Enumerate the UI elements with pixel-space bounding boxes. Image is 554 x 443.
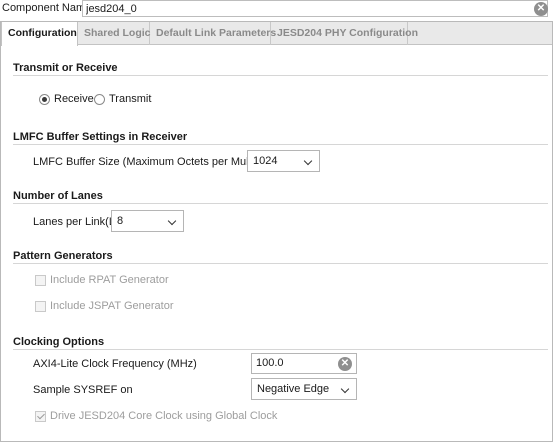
component-name-label: Component Name: [2, 2, 92, 14]
jspat-checkbox[interactable]: [35, 301, 46, 312]
lanes-per-link-select[interactable]: 8: [111, 210, 184, 232]
sample-sysref-label: Sample SYSREF on: [33, 384, 133, 396]
lanes-per-link-label: Lanes per Link(L): [33, 216, 119, 228]
radio-selected-dot: [42, 97, 47, 102]
drive-core-clock-checkbox[interactable]: [35, 411, 46, 422]
tab-configuration[interactable]: Configuration: [1, 22, 78, 46]
chevron-down-icon: [340, 384, 350, 394]
tab-default-link-parameters[interactable]: Default Link Parameters: [150, 22, 276, 45]
lmfc-buffer-size-select[interactable]: 1024: [247, 150, 320, 172]
chevron-down-icon: [303, 156, 313, 166]
axi-clock-frequency-value: 100.0: [256, 357, 284, 369]
drive-core-clock-label: Drive JESD204 Core Clock using Global Cl…: [50, 410, 278, 422]
section-title-clocking: Clocking Options: [13, 336, 105, 348]
checkmark-icon: [37, 411, 45, 420]
chevron-down-icon: [167, 216, 177, 226]
sample-sysref-select[interactable]: Negative Edge: [251, 378, 357, 400]
tab-jesd204-phy-configuration[interactable]: JESD204 PHY Configuration: [271, 22, 418, 45]
section-title-lanes: Number of Lanes: [13, 190, 103, 202]
section-divider: [13, 75, 548, 76]
lanes-per-link-value: 8: [117, 215, 124, 227]
rpat-label: Include RPAT Generator: [50, 274, 169, 286]
transmit-radio[interactable]: [94, 94, 105, 105]
jspat-label: Include JSPAT Generator: [50, 300, 174, 312]
axi-clock-frequency-label: AXI4-Lite Clock Frequency (MHz): [33, 358, 197, 370]
section-title-lmfc: LMFC Buffer Settings in Receiver: [13, 131, 188, 143]
component-name-input[interactable]: [82, 0, 548, 17]
rpat-checkbox[interactable]: [35, 275, 46, 286]
section-divider: [13, 203, 548, 204]
receive-radio[interactable]: [39, 94, 50, 105]
transmit-label: Transmit: [109, 93, 152, 105]
clear-icon[interactable]: ✕: [534, 2, 548, 16]
axi-clock-frequency-input[interactable]: 100.0 ✕: [251, 353, 357, 374]
clear-icon[interactable]: ✕: [338, 357, 352, 371]
ip-config-panel: Configuration Shared Logic Default Link …: [0, 21, 553, 442]
component-name-row: Component Name ✕: [0, 0, 554, 18]
section-title-transmit-receive: Transmit or Receive: [13, 62, 118, 74]
tab-shared-logic[interactable]: Shared Logic: [78, 22, 151, 45]
configuration-panel: Transmit or Receive Receive Transmit LMF…: [2, 46, 552, 441]
section-title-pattern: Pattern Generators: [13, 250, 113, 262]
receive-label: Receive: [54, 93, 94, 105]
section-divider: [13, 349, 548, 350]
tab-bar: Configuration Shared Logic Default Link …: [1, 22, 552, 46]
section-divider: [13, 263, 548, 264]
section-divider: [13, 144, 548, 145]
sample-sysref-value: Negative Edge: [257, 383, 330, 395]
lmfc-buffer-size-value: 1024: [253, 155, 278, 167]
